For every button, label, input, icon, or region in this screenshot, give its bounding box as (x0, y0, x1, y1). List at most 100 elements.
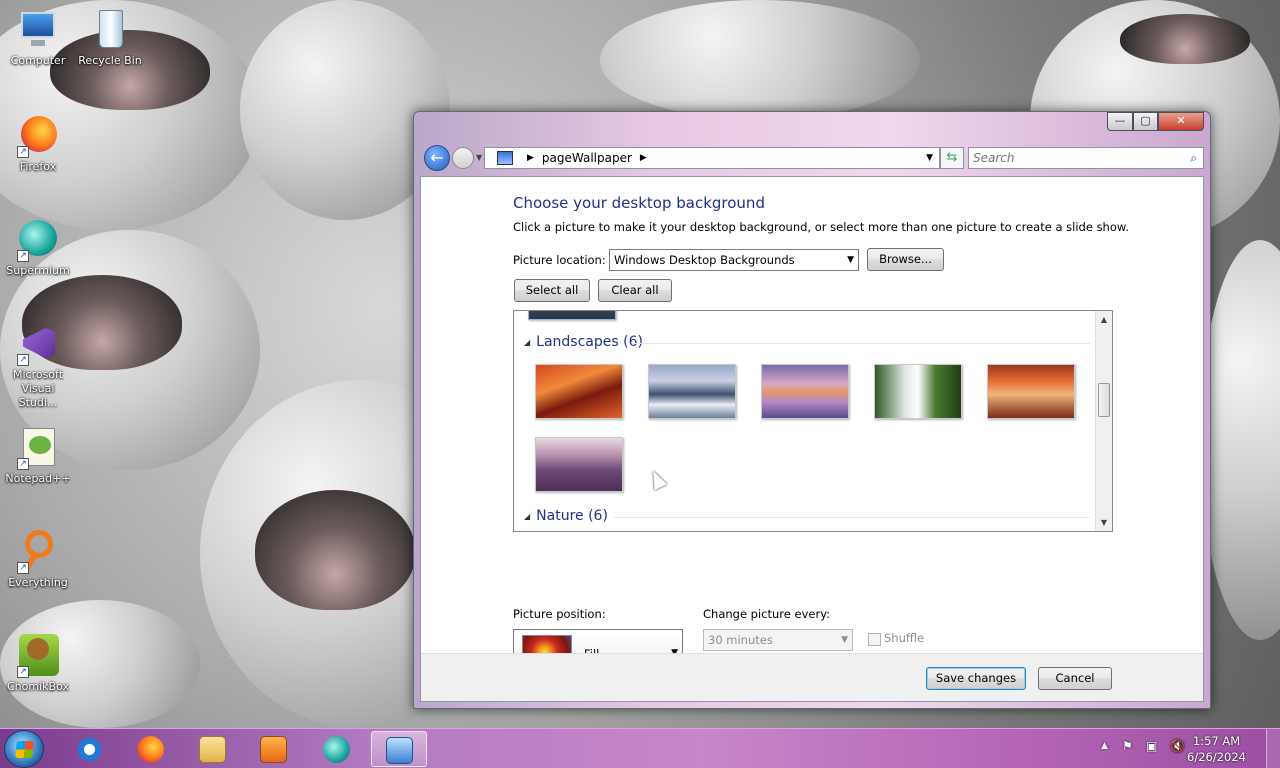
gallery-scrollbar[interactable]: ▲ ▼ (1095, 311, 1112, 531)
taskbar-explorer[interactable] (185, 731, 241, 767)
taskbar-supermium[interactable] (309, 731, 365, 767)
group-divider (614, 517, 1090, 518)
caption-buttons: — ▢ ✕ (1107, 112, 1204, 131)
scroll-thumb[interactable] (1098, 383, 1110, 417)
desktop-icon-chomikbox[interactable]: ↗ ChomikBox (2, 632, 74, 694)
taskbar-firefox[interactable] (123, 731, 179, 767)
picture-position-label: Picture position: (513, 607, 606, 621)
personalization-window: — ▢ ✕ ← ▼ ▶ pageWallpaper ▶ ▼ ⇆ ⌕ Choose… (413, 111, 1211, 709)
refresh-button[interactable]: ⇆ (940, 147, 964, 169)
refresh-icon: ⇆ (946, 150, 958, 165)
back-button[interactable]: ← (424, 145, 450, 171)
picture-location-select[interactable]: Windows Desktop Backgrounds ▼ (609, 249, 859, 271)
desktop-icon-notepadpp[interactable]: ↗ Notepad++ (2, 424, 74, 486)
desktop-icon-label: Supermium (6, 264, 70, 277)
desktop-icon-label: Notepad++ (5, 472, 71, 485)
chevron-right-icon[interactable]: ▶ (640, 153, 647, 163)
desktop-icon-computer[interactable]: Computer (2, 6, 74, 68)
collapse-triangle-icon[interactable]: ◢ (524, 512, 530, 521)
internet-explorer-icon (76, 736, 103, 763)
desktop-icon-firefox[interactable]: ↗ Firefox (2, 112, 74, 174)
arrow-left-icon: ← (430, 148, 444, 167)
wallpaper-thumbnail[interactable] (648, 364, 736, 419)
group-header-landscapes[interactable]: ◢ Landscapes (6) (524, 334, 1090, 350)
wallpaper-thumbnail[interactable] (535, 437, 623, 492)
recycle-bin-icon (87, 6, 133, 52)
everything-icon: ↗ (15, 528, 61, 574)
recent-pages-dropdown[interactable]: ▼ (476, 153, 482, 162)
select-all-button[interactable]: Select all (514, 279, 590, 302)
chomikbox-icon: ↗ (15, 632, 61, 678)
wallpaper-thumbnail[interactable] (987, 364, 1075, 419)
picture-location-value: Windows Desktop Backgrounds (614, 253, 795, 267)
save-changes-button[interactable]: Save changes (926, 667, 1026, 690)
show-desktop-button[interactable] (1266, 729, 1280, 768)
wallpaper-thumbnail[interactable] (761, 364, 849, 419)
media-player-icon (260, 736, 287, 763)
search-icon[interactable]: ⌕ (1190, 151, 1197, 166)
desktop-icon-label: Everything (8, 576, 68, 589)
navigation-bar: ← ▼ ▶ pageWallpaper ▶ ▼ ⇆ ⌕ (420, 144, 1204, 174)
desktop-icon-supermium[interactable]: ↗ Supermium (2, 216, 74, 278)
footer-bar: Save changes Cancel (421, 654, 1203, 701)
search-box[interactable]: ⌕ (968, 147, 1204, 169)
windows-logo-icon (15, 741, 34, 758)
clear-all-button[interactable]: Clear all (598, 279, 672, 302)
volume-muted-icon[interactable]: 🔇 (1170, 739, 1185, 753)
control-panel-icon (497, 151, 513, 165)
action-center-flag-icon[interactable]: ⚑ (1122, 739, 1133, 753)
firefox-icon: ↗ (15, 112, 61, 158)
shuffle-checkbox[interactable] (868, 633, 881, 646)
address-bar[interactable]: ▶ pageWallpaper ▶ ▼ (484, 147, 940, 169)
control-panel-icon (386, 737, 413, 764)
desktop-icon-label: Computer (10, 54, 66, 67)
taskbar-internet-explorer[interactable] (62, 731, 118, 767)
browse-button[interactable]: Browse... (867, 248, 944, 271)
close-button[interactable]: ✕ (1158, 112, 1204, 131)
chevron-down-icon: ▼ (841, 635, 848, 645)
desktop-icon-everything[interactable]: ↗ Everything (2, 528, 74, 590)
change-picture-label: Change picture every: (703, 607, 831, 621)
wallpaper-thumbnail[interactable] (874, 364, 962, 419)
desktop-icon-recycle-bin[interactable]: Recycle Bin (74, 6, 146, 68)
supermium-icon (323, 736, 350, 763)
firefox-icon (137, 736, 164, 763)
change-picture-select[interactable]: 30 minutes ▼ (703, 629, 853, 651)
shuffle-label: Shuffle (884, 631, 925, 645)
scroll-up-icon[interactable]: ▲ (1096, 311, 1112, 328)
picture-location-label: Picture location: (513, 253, 606, 267)
desktop-icon-label: Recycle Bin (78, 54, 142, 67)
computer-icon (15, 6, 61, 52)
minimize-button[interactable]: — (1107, 112, 1133, 131)
search-input[interactable] (969, 148, 1169, 168)
chevron-down-icon: ▼ (847, 255, 854, 265)
system-clock[interactable]: 1:57 AM 6/26/2024 (1187, 733, 1246, 765)
desktop-icon-label: ChomikBox (7, 680, 69, 693)
address-dropdown-icon[interactable]: ▼ (926, 153, 933, 163)
supermium-icon: ↗ (15, 216, 61, 262)
desktop-icon-label: Microsoft Visual Studi... (12, 368, 64, 409)
wallpaper-thumbnail[interactable] (535, 364, 623, 419)
clock-date: 6/26/2024 (1187, 750, 1246, 764)
change-picture-value: 30 minutes (708, 633, 773, 647)
start-button[interactable] (4, 730, 44, 768)
wallpaper-gallery[interactable]: ◢ Landscapes (6) ◢ Nature (6) ▲ ▼ (513, 310, 1113, 532)
show-hidden-icons-button[interactable]: ▲ (1101, 741, 1108, 751)
page-title: Choose your desktop background (513, 194, 765, 212)
maximize-button[interactable]: ▢ (1133, 112, 1158, 131)
forward-button[interactable] (452, 147, 474, 169)
group-header-nature[interactable]: ◢ Nature (6) (524, 508, 1090, 524)
chevron-right-icon[interactable]: ▶ (527, 153, 534, 163)
taskbar-media-player[interactable] (246, 731, 302, 767)
cancel-button[interactable]: Cancel (1038, 667, 1112, 690)
taskbar-control-panel[interactable] (371, 731, 427, 767)
clock-time: 1:57 AM (1192, 734, 1241, 748)
wallpaper-thumbnail[interactable] (528, 311, 616, 320)
collapse-triangle-icon[interactable]: ◢ (524, 338, 530, 347)
desktop-icon-label: Firefox (19, 160, 57, 173)
breadcrumb-item[interactable]: pageWallpaper (542, 151, 632, 165)
folder-icon (199, 736, 226, 763)
desktop-icon-visual-studio[interactable]: ↗ Microsoft Visual Studi... (2, 320, 74, 410)
scroll-down-icon[interactable]: ▼ (1096, 514, 1112, 531)
network-icon[interactable]: ▣ (1146, 739, 1157, 753)
